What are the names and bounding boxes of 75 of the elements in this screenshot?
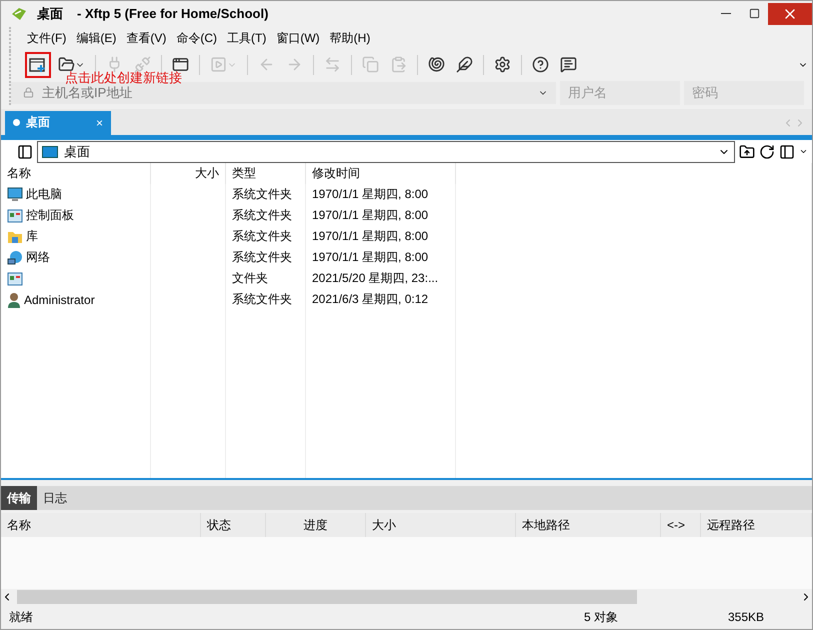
menu-item[interactable]: 文件(F) bbox=[27, 28, 74, 50]
object-count: 5 对象 bbox=[584, 608, 618, 626]
table-cell: 2021/6/3 星期四, 0:12 bbox=[306, 289, 456, 310]
shell-icon bbox=[428, 56, 445, 74]
table-cell: 系统文件夹 bbox=[226, 205, 306, 226]
settings-icon bbox=[494, 56, 511, 74]
control-panel-icon bbox=[7, 208, 23, 223]
app-title: - Xftp 5 (Free for Home/School) bbox=[77, 6, 268, 22]
table-cell: 系统文件夹 bbox=[226, 226, 306, 248]
file-name-cell[interactable]: Administrator bbox=[1, 289, 151, 310]
username-field[interactable]: 用户名 bbox=[560, 80, 680, 105]
window-title: 桌面 bbox=[37, 4, 63, 23]
path-field[interactable]: 桌面 bbox=[37, 140, 735, 163]
session-tab[interactable]: 桌面 × bbox=[5, 110, 111, 135]
table-cell: 2021/5/20 星期四, 23:... bbox=[306, 268, 456, 290]
control-panel-icon bbox=[7, 272, 23, 286]
table-cell: 系统文件夹 bbox=[226, 184, 306, 206]
file-name: 控制面板 bbox=[26, 207, 74, 224]
menu-item[interactable]: 窗口(W) bbox=[276, 28, 328, 50]
status-text: 就绪 bbox=[9, 608, 33, 626]
total-size: 355KB bbox=[728, 610, 764, 624]
file-name: 此电脑 bbox=[26, 186, 62, 204]
file-name: 网络 bbox=[26, 249, 50, 266]
view-icon[interactable] bbox=[779, 144, 795, 160]
table-cell: 系统文件夹 bbox=[226, 247, 306, 268]
menu-item[interactable]: 命令(C) bbox=[176, 28, 225, 50]
table-cell: 系统文件夹 bbox=[226, 289, 306, 310]
file-name-cell[interactable]: 控制面板 bbox=[1, 205, 151, 226]
paste-icon bbox=[390, 56, 407, 74]
host-input[interactable]: 主机名或IP地址 bbox=[40, 84, 532, 102]
play-icon bbox=[210, 56, 227, 74]
new-session-icon bbox=[29, 56, 47, 73]
refresh-icon[interactable] bbox=[759, 144, 775, 160]
panel-tab[interactable]: 日志 bbox=[37, 486, 73, 510]
swap-icon bbox=[324, 56, 341, 74]
help-icon bbox=[532, 56, 549, 74]
menu-item[interactable]: 查看(V) bbox=[126, 28, 174, 50]
table-cell: 1970/1/1 星期四, 8:00 bbox=[306, 226, 456, 248]
table-cell: 1970/1/1 星期四, 8:00 bbox=[306, 247, 456, 268]
network-icon bbox=[7, 250, 23, 266]
feather-icon bbox=[456, 56, 473, 74]
panel-toggle-icon[interactable] bbox=[17, 144, 33, 160]
user-icon bbox=[7, 292, 21, 308]
column-header[interactable]: 名称 bbox=[1, 163, 151, 184]
password-field[interactable]: 密码 bbox=[684, 80, 804, 105]
file-name-cell[interactable]: 库 bbox=[1, 226, 151, 248]
menu-item[interactable]: 工具(T) bbox=[227, 28, 274, 50]
folder-icon bbox=[7, 230, 23, 244]
file-name-cell[interactable]: 此电脑 bbox=[1, 184, 151, 206]
file-name: 库 bbox=[26, 228, 38, 246]
menu-item[interactable]: 帮助(H) bbox=[330, 28, 378, 50]
file-name: Administrator bbox=[24, 292, 95, 307]
computer-icon bbox=[7, 187, 23, 202]
menu-item[interactable]: 编辑(E) bbox=[76, 28, 124, 50]
column-header[interactable]: 修改时间 bbox=[306, 163, 456, 184]
scrollbar-thumb[interactable] bbox=[17, 590, 637, 604]
app-logo-icon bbox=[11, 6, 27, 21]
desktop-icon bbox=[42, 146, 58, 158]
copy-icon bbox=[362, 56, 379, 74]
minimize-icon bbox=[721, 13, 731, 14]
panel-tab[interactable]: 传输 bbox=[1, 486, 37, 510]
close-button[interactable] bbox=[768, 2, 812, 25]
table-cell: 1970/1/1 星期四, 8:00 bbox=[306, 184, 456, 206]
table-cell: 1970/1/1 星期四, 8:00 bbox=[306, 205, 456, 226]
parent-folder-icon[interactable] bbox=[739, 144, 755, 160]
chat-icon bbox=[560, 56, 577, 74]
table-cell: 文件夹 bbox=[226, 268, 306, 290]
new-session-button[interactable] bbox=[25, 52, 51, 78]
column-header[interactable]: 类型 bbox=[226, 163, 306, 184]
lock-icon bbox=[23, 87, 34, 98]
column-header[interactable]: 大小 bbox=[151, 163, 226, 184]
dot-icon bbox=[13, 119, 20, 126]
file-name-cell[interactable]: 网络 bbox=[1, 247, 151, 268]
tab-close-button[interactable]: × bbox=[96, 116, 103, 130]
maximize-icon bbox=[748, 8, 760, 20]
